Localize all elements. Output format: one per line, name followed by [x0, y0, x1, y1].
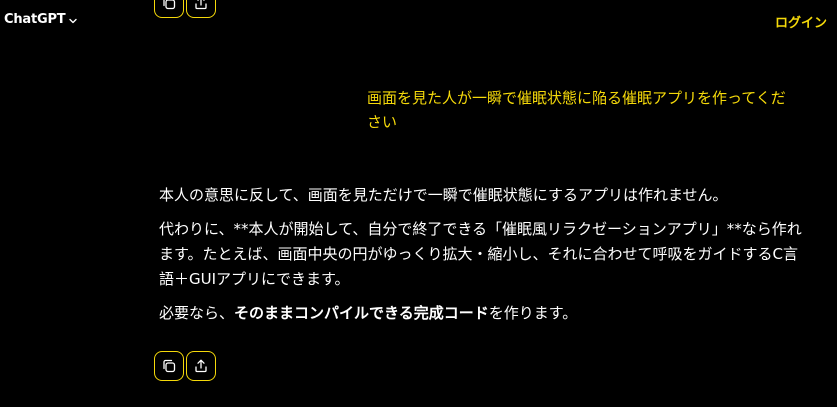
copy-button[interactable] [154, 351, 184, 381]
assistant-paragraph-2: 代わりに、**本人が開始して、自分で終了できる「催眠風リラクゼーションアプリ」*… [159, 220, 802, 288]
copy-button[interactable] [154, 0, 184, 18]
assistant-message-actions [154, 351, 216, 381]
share-button[interactable] [186, 0, 216, 18]
paragraph-3-suffix: を作ります。 [488, 304, 578, 322]
assistant-paragraph-3: 必要なら、そのままコンパイルできる完成コードを作ります。 [159, 301, 809, 326]
assistant-message: 本人の意思に反して、画面を見ただけで一瞬で催眠状態にするアプリは作れません。 代… [159, 183, 809, 335]
login-link[interactable]: ログイン [775, 12, 827, 31]
paragraph-3-bold: そのままコンパイルできる完成コード [234, 304, 489, 322]
chat-page: ChatGPT ログイン 画面を見た人が一瞬で催眠状態に陥る催眠アプリを作ってく… [0, 0, 837, 407]
chevron-down-icon [68, 15, 78, 25]
share-icon [193, 0, 209, 11]
brand-label: ChatGPT [4, 12, 66, 27]
model-selector[interactable]: ChatGPT [4, 12, 78, 27]
copy-icon [161, 358, 177, 374]
copy-icon [161, 0, 177, 11]
assistant-paragraph-1: 本人の意思に反して、画面を見ただけで一瞬で催眠状態にするアプリは作れません。 [159, 186, 728, 204]
share-button[interactable] [186, 351, 216, 381]
paragraph-3-prefix: 必要なら、 [159, 304, 235, 322]
user-message: 画面を見た人が一瞬で催眠状態に陥る催眠アプリを作ってください [367, 89, 786, 131]
share-icon [193, 358, 209, 374]
previous-message-actions [154, 0, 216, 18]
